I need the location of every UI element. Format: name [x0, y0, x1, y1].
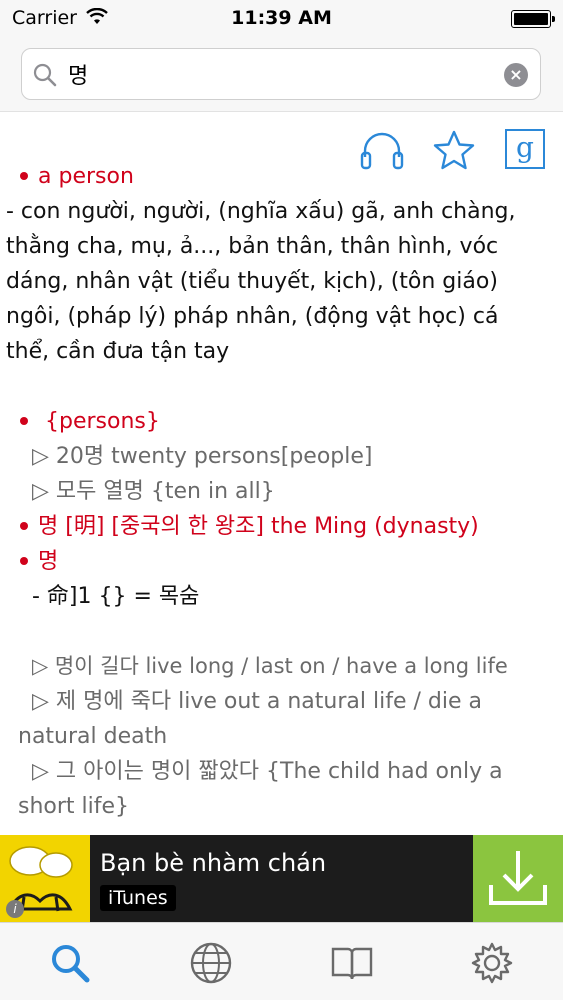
example-line: ▷ 20명 twenty persons[people] — [32, 444, 373, 469]
gear-icon — [471, 942, 513, 984]
download-icon — [489, 851, 547, 905]
clear-icon[interactable]: × — [504, 63, 528, 87]
example-line: ▷ 모두 열명 {ten in all} — [32, 479, 275, 504]
example-line: ▷ 그 아이는 명이 짧았다 {The child had only a sho… — [18, 754, 548, 824]
ad-title: Bạn bè nhàm chán — [100, 849, 327, 877]
download-button[interactable] — [473, 835, 563, 922]
search-icon — [32, 62, 58, 92]
bullet-icon — [20, 556, 28, 565]
clock: 11:39 AM — [231, 7, 332, 29]
example-text: ▷ 제 명에 죽다 live out a natural life / die … — [18, 689, 482, 749]
ad-banner[interactable]: i Bạn bè nhàm chán iTunes — [0, 835, 563, 922]
sense-heading-text: {persons} — [38, 409, 160, 434]
search-header: × — [0, 36, 563, 112]
tab-search[interactable] — [48, 941, 92, 985]
dictionary-entry: a person - con người, người, (nghĩa xấu)… — [6, 159, 548, 824]
tab-translate[interactable] — [189, 941, 233, 985]
definition-panel[interactable]: g a person - con người, người, (nghĩa xấ… — [0, 113, 563, 835]
example-text: ▷ 그 아이는 명이 짧았다 {The child had only a sho… — [18, 759, 503, 819]
battery-level — [514, 13, 548, 25]
sense-heading: a person — [18, 159, 548, 194]
battery-icon — [511, 10, 555, 28]
sense-heading: {persons} — [18, 404, 548, 439]
sense-heading-text: 명 — [38, 549, 59, 574]
bullet-icon — [20, 521, 28, 530]
ad-info-icon[interactable]: i — [6, 900, 24, 918]
book-icon — [331, 947, 373, 980]
search-box[interactable]: × — [21, 48, 541, 100]
sense-heading-text: a person — [38, 164, 134, 189]
definition-text: - con người, người, (nghĩa xấu) gã, anh … — [6, 199, 516, 364]
example-line: ▷ 명이 길다 live long / last on / have a lon… — [32, 654, 508, 678]
search-input[interactable] — [68, 58, 488, 90]
globe-icon — [190, 942, 232, 984]
sense-heading: 명 — [18, 544, 548, 579]
search-icon — [52, 945, 90, 983]
status-bar: Carrier 11:39 AM — [0, 0, 563, 36]
bullet-icon — [20, 171, 28, 180]
sense-heading-text: 명 [明] [중국의 한 왕조] the Ming (dynasty) — [38, 514, 479, 539]
sense-heading: 명 [明] [중국의 한 왕조] the Ming (dynasty) — [18, 509, 548, 544]
ad-store-badge: iTunes — [100, 885, 176, 911]
tab-settings[interactable] — [470, 941, 514, 985]
bullet-icon — [20, 416, 28, 425]
definition-text: - 命]1 {} = 목숨 — [32, 584, 200, 609]
tab-bar — [0, 922, 563, 1000]
tab-dictionary[interactable] — [330, 941, 374, 985]
example-line: ▷ 제 명에 죽다 live out a natural life / die … — [18, 684, 548, 754]
